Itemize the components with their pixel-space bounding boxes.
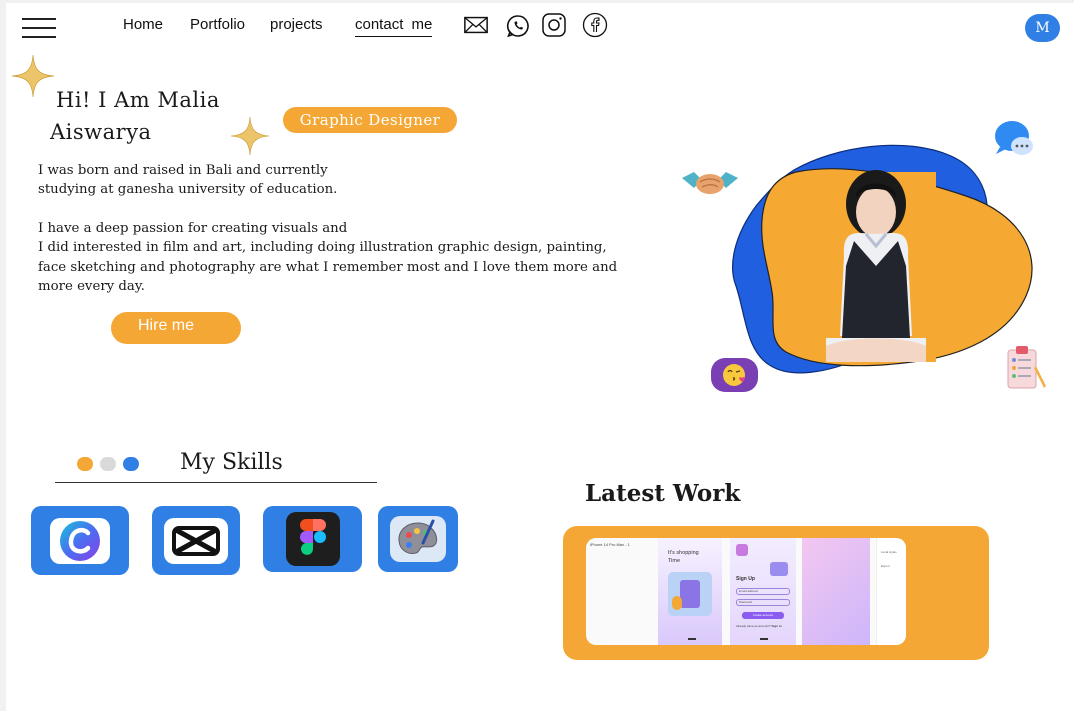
mail-icon[interactable] — [463, 12, 489, 38]
chat-bubbles-emoji — [995, 121, 1033, 155]
nav-projects[interactable]: projects — [270, 16, 323, 33]
indicator-dot — [100, 457, 116, 471]
mockup-screen: Sign Up Email address Password Create ac… — [730, 538, 796, 645]
mockup-screen: It's shopping Time — [658, 538, 722, 645]
mockup-screen — [802, 538, 870, 645]
skill-tile-capcut[interactable] — [152, 506, 240, 575]
mockup-subtitle: Time — [668, 558, 681, 564]
mockup-phone-shape — [680, 580, 700, 608]
handshake-emoji — [682, 172, 738, 194]
mockup-footer: Already have an account? Sign in — [736, 624, 782, 628]
top-edge — [0, 0, 1074, 3]
mockup-title: It's shopping — [668, 550, 699, 556]
bio-line: more every day. — [38, 279, 145, 294]
mockup-side-item: Export — [881, 564, 890, 568]
instagram-icon[interactable] — [541, 12, 567, 38]
nav-contact-me[interactable]: contact me — [355, 16, 433, 37]
mockup-illustration — [668, 572, 712, 616]
skill-tile-canva[interactable] — [31, 506, 129, 575]
canva-icon — [50, 517, 110, 564]
hero-illustration — [682, 121, 1046, 392]
capcut-icon — [164, 517, 228, 564]
kiss-emoji — [711, 358, 758, 392]
skill-tile-figma[interactable] — [263, 506, 362, 572]
user-avatar[interactable]: M — [1025, 14, 1060, 42]
facebook-icon[interactable] — [582, 12, 608, 38]
hero-name-line1: Hi! I Am Malia — [56, 88, 220, 112]
page-edge — [0, 0, 6, 711]
skill-tile-paint[interactable] — [378, 506, 458, 572]
mockup-figure-shape — [672, 596, 682, 610]
mockup-create-button: Create account — [742, 612, 784, 619]
skills-divider — [55, 482, 377, 483]
clipboard-emoji — [1007, 346, 1046, 389]
paint-palette-icon — [390, 516, 446, 562]
indicator-dot — [77, 457, 93, 471]
nav-home[interactable]: Home — [123, 16, 163, 33]
mockup-dots — [688, 638, 696, 640]
mockup-footer-link: Sign in — [771, 624, 782, 628]
mockup-side-panel: Local styles Export — [876, 538, 906, 645]
mockup-side-item: Local styles — [881, 550, 897, 554]
indicator-dot — [123, 457, 139, 471]
sparkle-icon — [231, 117, 269, 155]
mockup-icon-shape — [736, 544, 748, 556]
portrait-photo — [824, 170, 936, 362]
latest-work-preview: iPhone 14 Pro Max - 1 It's shopping Time… — [586, 538, 906, 645]
whatsapp-icon[interactable] — [505, 13, 531, 39]
latest-work-title: Latest Work — [585, 480, 741, 507]
bio-line: I have a deep passion for creating visua… — [38, 221, 348, 236]
skills-title: My Skills — [180, 450, 283, 475]
hire-me-button[interactable]: Hire me — [111, 312, 241, 344]
nav-portfolio[interactable]: Portfolio — [190, 16, 245, 33]
bio-line: I did interested in film and art, includ… — [38, 240, 607, 255]
sparkle-icon — [12, 55, 54, 97]
hero-name-line2: Aiswarya — [50, 120, 152, 144]
bio-line: studying at ganesha university of educat… — [38, 182, 338, 197]
mockup-password-field: Password — [736, 599, 790, 606]
mockup-dots — [760, 638, 768, 640]
bio-line: I was born and raised in Bali and curren… — [38, 163, 328, 178]
mockup-footer-text: Already have an account? — [736, 624, 771, 628]
device-label: iPhone 14 Pro Max - 1 — [590, 542, 630, 547]
mockup-icon-shape — [770, 562, 788, 576]
mockup-signup-title: Sign Up — [736, 576, 755, 582]
mockup-email-field: Email address — [736, 588, 790, 595]
menu-icon[interactable] — [22, 18, 56, 38]
figma-icon — [285, 512, 340, 566]
role-badge: Graphic Designer — [283, 107, 457, 133]
bio-line: face sketching and photography are what … — [38, 260, 618, 275]
